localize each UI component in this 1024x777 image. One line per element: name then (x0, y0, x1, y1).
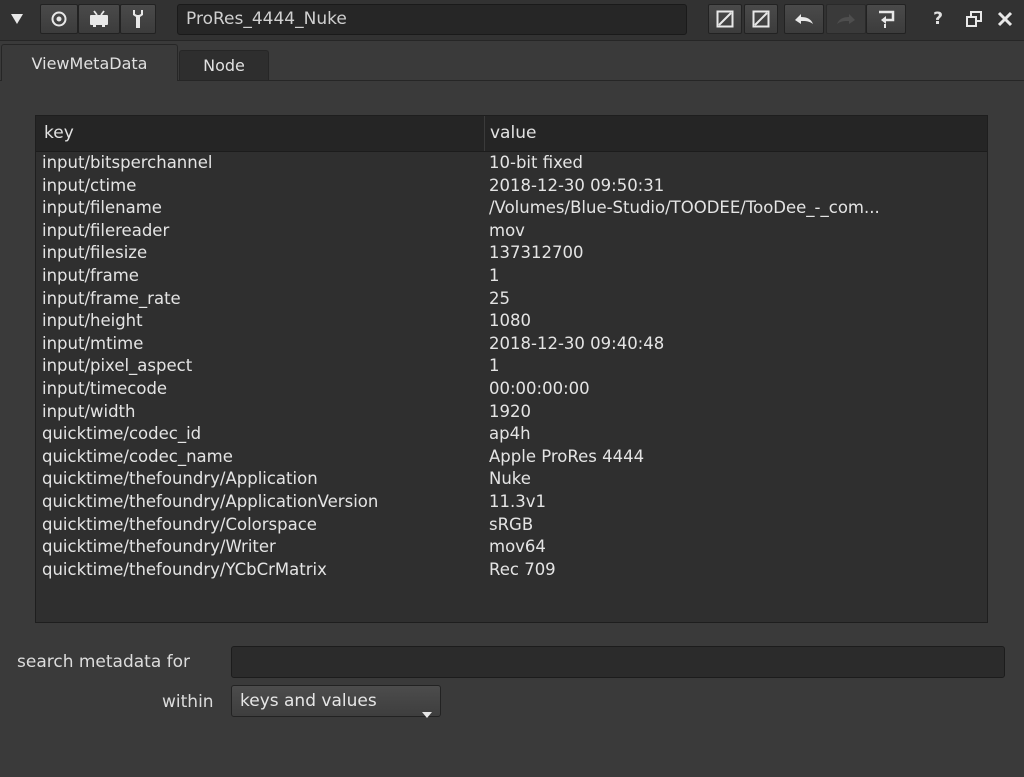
table-row[interactable]: quicktime/thefoundry/Application Nuke (36, 468, 987, 491)
table-row[interactable]: input/filename/Volumes/Blue-Studio/TOODE… (36, 197, 987, 220)
row-key: input/filename (42, 198, 162, 218)
row-key: quicktime/thefoundry/ApplicationVersion (42, 491, 379, 511)
redo-button[interactable] (826, 4, 866, 34)
row-value: 2018-12-30 09:40:48 (489, 333, 665, 353)
row-value: /Volumes/Blue-Studio/TOODEE/TooDee_-_com… (489, 198, 880, 218)
table-header: key value (36, 116, 987, 152)
row-value: mov (489, 220, 525, 240)
row-value: mov64 (489, 537, 546, 557)
table-row[interactable]: quicktime/thefoundry/YCbCrMatrix Rec 709 (36, 559, 987, 582)
row-key: input/frame_rate (42, 288, 181, 308)
table-row[interactable]: input/filereader mov (36, 220, 987, 243)
monitor-icon (90, 10, 108, 27)
search-metadata-input[interactable] (231, 646, 1005, 678)
table-row[interactable]: input/bitsperchannel 10-bit fixed (36, 152, 987, 175)
float-window-icon[interactable] (966, 11, 982, 31)
row-key: quicktime/thefoundry/YCbCrMatrix (42, 559, 327, 579)
table-row[interactable]: input/filesize 137312700 (36, 242, 987, 265)
table-row[interactable]: quicktime/thefoundry/Writer mov64 (36, 536, 987, 559)
row-value: 1 (489, 356, 500, 376)
node-color-icon (51, 11, 67, 27)
row-key: quicktime/thefoundry/Writer (42, 537, 276, 557)
within-label: within (162, 692, 214, 712)
within-dropdown[interactable]: keys and values (231, 685, 441, 718)
row-key: quicktime/thefoundry/Colorspace (42, 514, 317, 534)
table-row[interactable]: quicktime/thefoundry/ApplicationVersion 1… (36, 491, 987, 514)
metadata-viewer-panel: ProRes_4444_Nuke ? ViewMetaData Node key… (0, 0, 1024, 777)
metadata-table[interactable]: key value input/bitsperchannel 10-bit fix… (35, 115, 988, 623)
row-value: sRGB (489, 514, 534, 534)
redo-icon (837, 14, 855, 24)
table-row[interactable]: input/height 1080 (36, 310, 987, 333)
row-key: input/filereader (42, 220, 170, 240)
table-row[interactable]: input/timecode 00:00:00:00 (36, 378, 987, 401)
row-key: input/bitsperchannel (42, 153, 213, 172)
tab-node[interactable]: Node (179, 50, 269, 80)
row-value: Nuke (489, 469, 531, 489)
chevron-down-icon (422, 698, 432, 728)
row-key: input/pixel_aspect (42, 356, 193, 376)
row-value: 10-bit fixed (489, 153, 583, 172)
table-row[interactable]: input/pixel_aspect 1 (36, 355, 987, 378)
row-value: 25 (489, 288, 510, 308)
compare-icon (752, 10, 770, 28)
revert-button[interactable] (866, 4, 906, 34)
table-row[interactable]: input/ctime 2018-12-30 09:50:31 (36, 175, 987, 198)
row-key: input/ctime (42, 175, 137, 195)
row-key: quicktime/codec_name (42, 446, 233, 466)
node-name-field[interactable]: ProRes_4444_Nuke (177, 4, 687, 35)
row-value: 11.3v1 (489, 491, 547, 511)
row-value: 1920 (489, 401, 531, 421)
node-color-button[interactable] (40, 4, 78, 34)
row-key: quicktime/codec_id (42, 424, 202, 444)
node-monitor-button[interactable] (78, 4, 120, 34)
close-icon[interactable] (997, 11, 1013, 31)
row-key: input/frame (42, 265, 139, 285)
column-separator[interactable] (484, 116, 485, 151)
compare-icon (716, 10, 734, 28)
row-key: input/filesize (42, 243, 148, 263)
column-header-key[interactable]: key (44, 116, 74, 151)
table-row[interactable]: input/width 1920 (36, 401, 987, 424)
row-value: 1080 (489, 311, 531, 331)
collapse-triangle-icon[interactable] (7, 9, 27, 29)
panel-toolbar: ProRes_4444_Nuke ? (0, 0, 1024, 41)
undo-icon (795, 14, 813, 24)
row-key: quicktime/thefoundry/Application (42, 469, 318, 489)
wrench-button[interactable] (120, 4, 156, 34)
row-value: 137312700 (489, 243, 584, 263)
row-key: input/timecode (42, 378, 168, 398)
table-row[interactable]: input/mtime 2018-12-30 09:40:48 (36, 333, 987, 356)
help-button[interactable]: ? (928, 9, 948, 31)
row-key: input/width (42, 401, 136, 421)
row-key: input/height (42, 311, 143, 331)
wrench-icon (133, 10, 143, 28)
table-row[interactable]: input/frame 1 (36, 265, 987, 288)
revert-icon (879, 10, 895, 28)
row-value: Apple ProRes 4444 (489, 446, 645, 466)
table-body: input/bitsperchannel 10-bit fixed input/ct… (36, 152, 987, 581)
search-label: search metadata for (17, 652, 191, 672)
row-value: 00:00:00:00 (489, 378, 590, 398)
row-value: 2018-12-30 09:50:31 (489, 175, 665, 195)
column-header-value[interactable]: value (490, 116, 536, 151)
compare-b-button[interactable] (744, 4, 778, 34)
undo-button[interactable] (784, 4, 824, 34)
tab-viewmetadata[interactable]: ViewMetaData (1, 44, 178, 81)
row-value: ap4h (489, 424, 531, 444)
row-value: Rec 709 (489, 559, 556, 579)
table-row[interactable]: input/frame_rate 25 (36, 288, 987, 311)
compare-a-button[interactable] (708, 4, 742, 34)
within-selected-value: keys and values (240, 691, 377, 711)
table-row[interactable]: quicktime/codec_id ap4h (36, 423, 987, 446)
row-key: input/mtime (42, 333, 144, 353)
row-value: 1 (489, 265, 500, 285)
table-row[interactable]: quicktime/codec_name Apple ProRes 4444 (36, 446, 987, 469)
table-row[interactable]: quicktime/thefoundry/Colorspace sRGB (36, 514, 987, 537)
